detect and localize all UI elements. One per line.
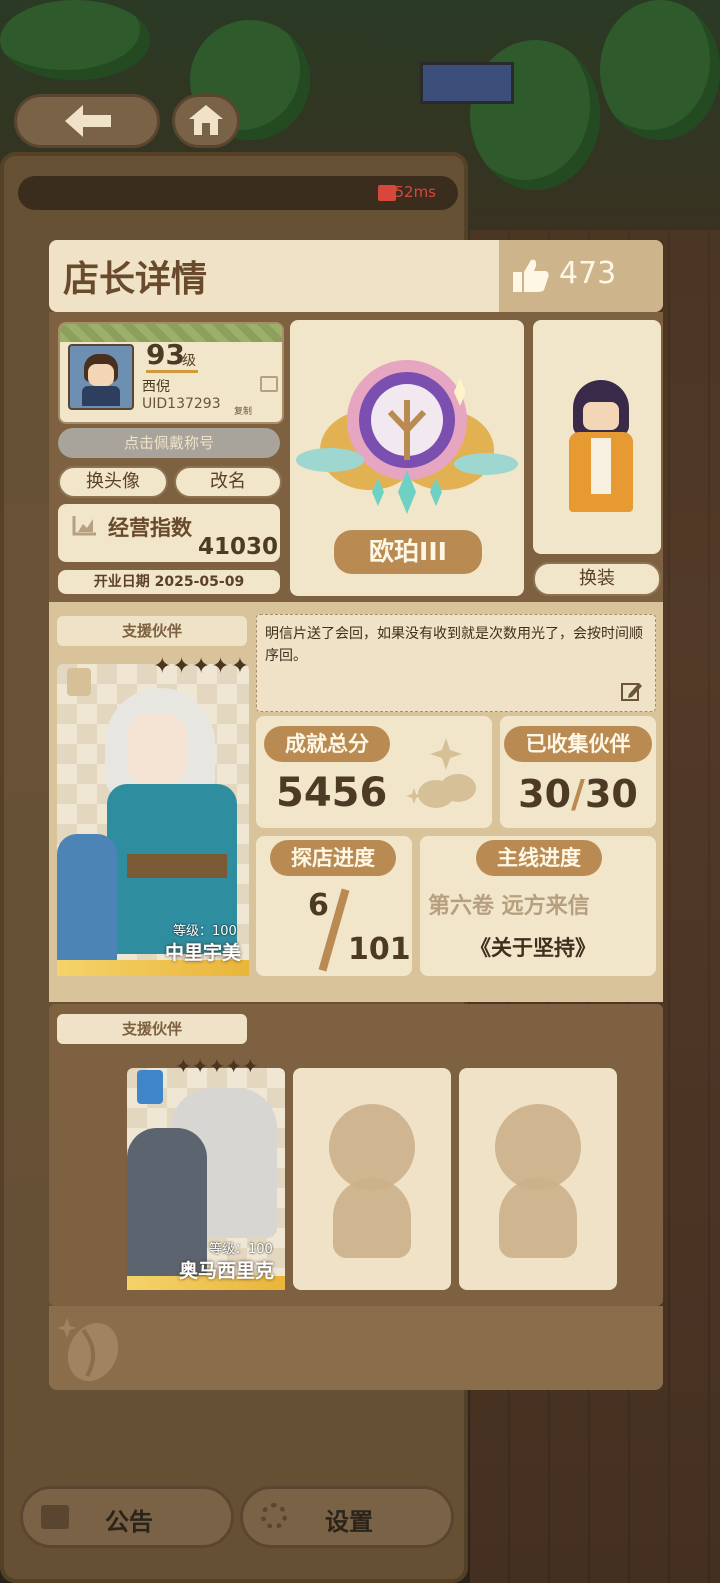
notice-label: 公告	[105, 1508, 153, 1536]
message-text: 明信片送了会回，如果没有收到就是次数用光了，会按时间顺序回。	[265, 626, 643, 664]
avatar[interactable]	[68, 344, 134, 410]
element-icon	[137, 1070, 163, 1104]
shop-awning-sprite	[420, 62, 514, 104]
business-index-card: 经营指数 41030	[58, 504, 280, 562]
copy-uid-button[interactable]: 复制	[234, 404, 252, 417]
support-slot-3-empty[interactable]	[459, 1068, 617, 1290]
achievement-label: 成就总分	[264, 726, 390, 762]
signal-icon	[378, 185, 396, 201]
message-box[interactable]: 明信片送了会回，如果没有收到就是次数用光了，会按时间顺序回。	[256, 614, 656, 712]
player-name: 西倪	[142, 379, 170, 395]
collected-label: 已收集伙伴	[504, 726, 652, 762]
partner-name: 奥马西里克	[179, 1260, 275, 1282]
element-icon	[67, 668, 91, 696]
tree-sprite	[600, 0, 720, 140]
collected-count: 30/30	[500, 772, 656, 816]
settings-button[interactable]: 设置	[240, 1486, 454, 1548]
support-slot-1[interactable]: ✦✦✦✦✦ 等级：100 奥马西里克	[127, 1054, 285, 1290]
gear-icon	[261, 1503, 287, 1529]
back-button[interactable]	[14, 94, 160, 148]
partner-level: 等级：100	[209, 1242, 273, 1257]
modal-title: 店长详情	[63, 259, 208, 300]
explore-label: 探店进度	[270, 840, 396, 876]
chart-icon	[72, 516, 96, 536]
main-story-title: 《关于坚持》	[470, 936, 596, 960]
character-outfit-card	[533, 320, 661, 554]
character-face	[583, 402, 619, 430]
thumbs-up-icon	[513, 259, 549, 292]
main-story-label: 主线进度	[476, 840, 602, 876]
profile-card: 93 级 西倪 UID137293 复制	[58, 322, 284, 424]
business-index-value: 41030	[197, 534, 278, 560]
wear-title-button[interactable]: 点击佩戴称号	[58, 428, 280, 458]
arrow-left-icon	[65, 105, 111, 137]
change-outfit-button[interactable]: 换装	[533, 562, 661, 596]
modal-footer	[49, 1306, 663, 1390]
opal-badge-emblem	[296, 360, 518, 514]
achievement-value: 5456	[276, 770, 388, 816]
main-story-chapter: 第六卷 远方来信	[428, 894, 590, 919]
support-partner-card[interactable]: ✦✦✦✦✦ 等级：100 中里宇美	[57, 654, 249, 976]
star-rating-icon: ✦✦✦✦✦	[153, 654, 251, 679]
support-partner-tag-2: 支援伙伴	[57, 1014, 247, 1044]
main-story-card[interactable]: 主线进度 第六卷 远方来信 《关于坚持》	[420, 836, 656, 976]
ping-bar: 52ms	[18, 176, 458, 210]
collected-total: 30	[584, 772, 638, 816]
level-unit: 级	[182, 353, 196, 369]
business-index-label: 经营指数	[108, 516, 192, 540]
collected-value: 30	[518, 772, 572, 816]
shop-owner-detail-modal: 店长详情 473 93 级 西倪 UID137293 复制 点击佩戴称号 换头像…	[49, 240, 663, 1390]
like-button[interactable]: 473	[499, 240, 663, 312]
notice-button[interactable]: 公告	[20, 1486, 234, 1548]
avatar-body	[82, 386, 120, 406]
image-icon	[260, 376, 278, 392]
support-partners-section: 支援伙伴 ✦✦✦✦✦ 等级：100 奥马西里克	[49, 1004, 663, 1306]
player-uid: UID137293	[142, 396, 221, 412]
empty-slot-body	[333, 1178, 411, 1258]
open-date: 开业日期 2025-05-09	[58, 570, 280, 594]
empty-slot-body	[499, 1178, 577, 1258]
partner-name: 中里宇美	[165, 942, 242, 964]
star-rating-icon: ✦✦✦✦✦	[175, 1054, 259, 1078]
partner-sprite	[57, 834, 117, 964]
edit-icon[interactable]	[621, 681, 643, 701]
level-value: 93	[146, 338, 185, 371]
collected-partners-card: 已收集伙伴 30/30	[500, 716, 656, 828]
partner-face	[127, 714, 187, 784]
support-slot-2-empty[interactable]	[293, 1068, 451, 1290]
explore-value: 6	[308, 888, 329, 923]
support-partner-tag: 支援伙伴	[57, 616, 247, 646]
clipboard-icon	[41, 1505, 69, 1529]
coffee-bean-icon	[406, 738, 476, 808]
coffee-bean-icon	[57, 1318, 119, 1382]
tree-sprite	[0, 0, 150, 80]
rename-button[interactable]: 改名	[174, 466, 282, 498]
collected-separator: /	[571, 772, 585, 816]
badge-name: 欧珀III	[334, 530, 482, 574]
change-avatar-button[interactable]: 换头像	[58, 466, 168, 498]
avatar-face	[88, 364, 114, 386]
achievement-card: 成就总分 5456	[256, 716, 492, 828]
profile-section: 93 级 西倪 UID137293 复制 点击佩戴称号 换头像 改名 经营指数 …	[49, 312, 663, 602]
explore-total: 101	[348, 932, 411, 967]
badge-card[interactable]: 欧珀III	[290, 320, 524, 596]
settings-label: 设置	[325, 1508, 373, 1536]
like-count: 473	[559, 256, 617, 291]
explore-progress-card: 探店进度 6 101	[256, 836, 412, 976]
character-apron	[591, 438, 611, 494]
modal-header: 店长详情 473	[49, 240, 663, 312]
level-underline	[146, 370, 198, 373]
partner-sash	[127, 854, 227, 878]
stats-section: 支援伙伴 ✦✦✦✦✦ 等级：100 中里宇美 明信片送了会回，如果没有收到就是次…	[49, 602, 663, 1002]
partner-level: 等级：100	[173, 924, 237, 939]
home-icon	[189, 105, 223, 135]
ping-text: 52ms	[394, 183, 436, 201]
home-button[interactable]	[172, 94, 240, 148]
